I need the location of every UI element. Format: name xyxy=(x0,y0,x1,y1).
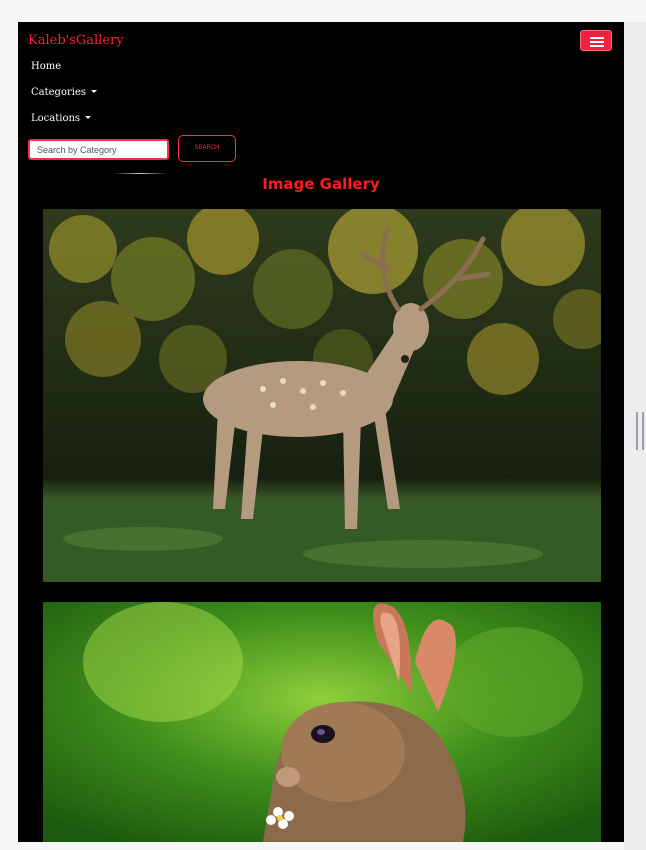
nav-link-home[interactable]: Home xyxy=(31,61,61,72)
nav-link-label: Locations xyxy=(31,113,81,124)
gallery-image-rabbit[interactable] xyxy=(43,602,601,842)
gallery-image-deer[interactable] xyxy=(43,209,601,582)
scrollbar-handle[interactable] xyxy=(636,412,644,450)
caret-down-icon xyxy=(91,90,97,93)
page: Kaleb'sGallery Home Categories Locations… xyxy=(18,22,624,842)
nav-link-label: Home xyxy=(31,61,62,72)
nav-dropdown-categories[interactable]: Categories xyxy=(31,87,97,98)
divider xyxy=(113,173,168,174)
hamburger-icon xyxy=(590,37,604,39)
gallery-title: Image Gallery xyxy=(262,175,380,193)
deer-photo xyxy=(43,209,601,582)
brand-logo[interactable]: Kaleb'sGallery xyxy=(28,33,124,48)
rabbit-photo xyxy=(43,602,601,842)
search-input[interactable] xyxy=(28,139,169,160)
nav-dropdown-locations[interactable]: Locations xyxy=(31,113,92,124)
navbar-toggler-button[interactable] xyxy=(580,30,612,51)
search-button[interactable]: SEARCH xyxy=(178,135,236,162)
caret-down-icon xyxy=(85,116,92,119)
nav-link-label: Categories xyxy=(31,87,86,98)
